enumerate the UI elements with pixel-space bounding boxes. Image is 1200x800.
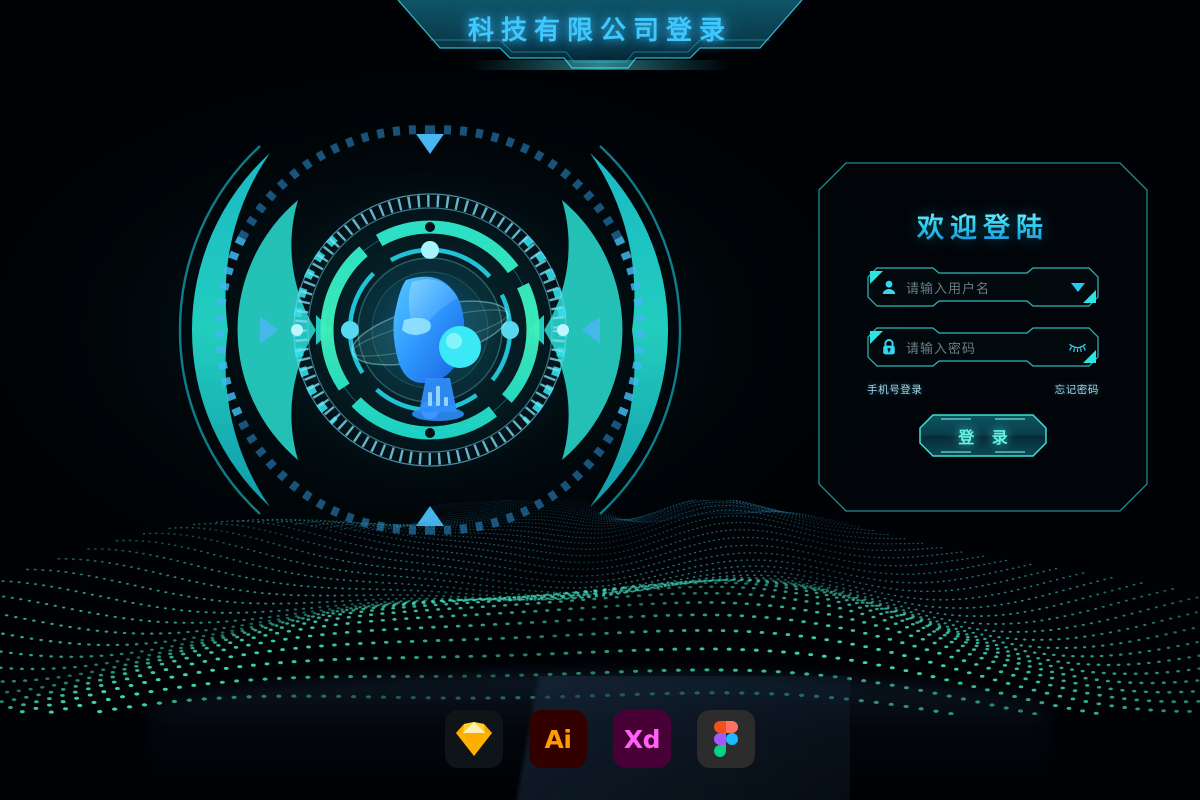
panel-links: 手机号登录 忘记密码	[867, 382, 1099, 397]
eye-closed-icon[interactable]	[1069, 339, 1086, 355]
illustrator-logo-label: Ai	[544, 724, 572, 754]
figma-logo[interactable]	[697, 710, 755, 768]
particle-terrain	[0, 499, 1200, 716]
forgot-password-link[interactable]: 忘记密码	[1055, 382, 1099, 397]
login-button-label: 登 录	[958, 427, 1014, 447]
illustrator-logo[interactable]: Ai	[529, 710, 587, 768]
login-button[interactable]: 登 录	[919, 414, 1047, 457]
panel-title: 欢迎登陆	[917, 206, 1049, 245]
password-field[interactable]: 请输入密码	[867, 327, 1099, 367]
login-screen: 科技有限公司登录 欢迎登陆 请输入用户名 请输入密码 手机号登录 忘记密码 登 …	[0, 0, 1200, 800]
header-banner: 科技有限公司登录	[0, 0, 1200, 80]
adobe-xd-logo[interactable]: Xd	[613, 710, 671, 768]
password-placeholder: 请输入密码	[906, 341, 977, 357]
banner-underglow	[470, 60, 730, 70]
username-field[interactable]: 请输入用户名	[867, 267, 1099, 307]
sketch-logo[interactable]	[445, 710, 503, 768]
banner-outline	[397, 0, 803, 69]
figma-mark-icon	[714, 721, 738, 757]
user-icon	[881, 278, 897, 296]
username-placeholder: 请输入用户名	[906, 281, 991, 297]
design-tool-logos: Ai Xd	[0, 706, 1200, 772]
banner-inner-outline	[430, 39, 770, 63]
particle-wave	[0, 499, 1200, 716]
phone-login-link[interactable]: 手机号登录	[867, 382, 923, 397]
page-title: 科技有限公司登录	[467, 16, 732, 46]
adobe-xd-logo-label: Xd	[623, 724, 661, 754]
sketch-diamond-icon	[456, 722, 492, 756]
chevron-down-icon[interactable]	[1069, 279, 1086, 295]
hud-graphic	[120, 120, 740, 540]
banner-shape	[397, 0, 803, 70]
lock-icon	[881, 338, 897, 356]
login-panel: 欢迎登陆 请输入用户名 请输入密码 手机号登录 忘记密码 登 录	[818, 162, 1148, 512]
banner-fill	[398, 0, 802, 68]
hud-rings	[178, 125, 682, 535]
